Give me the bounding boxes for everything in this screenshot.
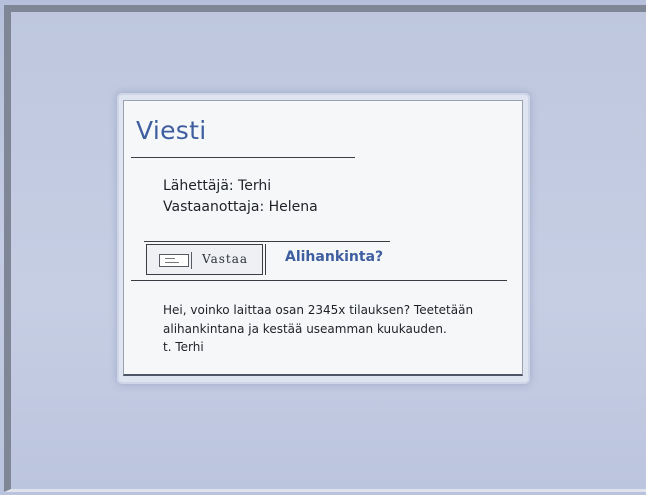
message-title: Viesti — [136, 116, 207, 145]
body-line: t. Terhi — [163, 340, 204, 354]
toolbar-divider — [144, 241, 390, 242]
envelope-icon — [159, 254, 189, 267]
reply-button-label: Vastaa — [202, 252, 249, 266]
message-subject: Alihankinta? — [285, 249, 384, 265]
body-line: alihankintana ja kestää useamman kuukaud… — [163, 321, 447, 336]
message-meta: Lähettäjä: Terhi Vastaanottaja: Helena — [163, 176, 318, 218]
body-line: Hei, voinko laittaa osan 2345x tilauksen… — [163, 303, 474, 317]
toolbar-separator — [265, 244, 266, 275]
body-divider — [131, 280, 507, 281]
button-separator — [191, 252, 192, 269]
reply-button[interactable]: Vastaa — [146, 244, 263, 275]
message-body: Hei, voinko laittaa osan 2345x tilauksen… — [163, 301, 513, 357]
message-panel: Viesti Lähettäjä: Terhi Vastaanottaja: H… — [123, 100, 523, 376]
title-divider — [131, 157, 355, 158]
message-toolbar: Vastaa Alihankinta? — [144, 241, 390, 277]
message-window: Viesti Lähettäjä: Terhi Vastaanottaja: H… — [119, 95, 528, 382]
desktop-background: Viesti Lähettäjä: Terhi Vastaanottaja: H… — [0, 0, 646, 495]
sender-field: Lähettäjä: Terhi — [163, 178, 272, 194]
recipient-field: Vastaanottaja: Helena — [163, 199, 318, 215]
